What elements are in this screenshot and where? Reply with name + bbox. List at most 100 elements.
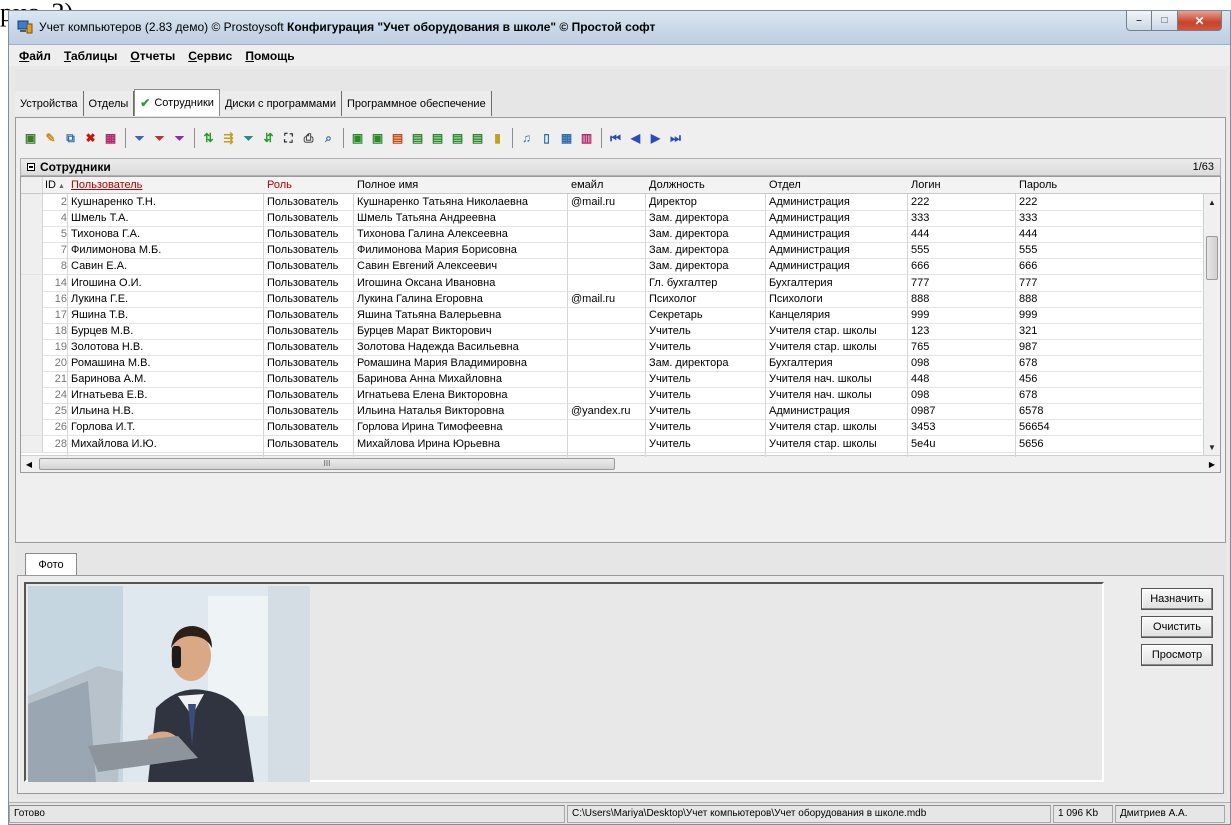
cell-пароль: 333 [1019, 212, 1038, 225]
last-record-icon[interactable]: ⏭ [667, 130, 684, 147]
print-icon[interactable]: ⎙ [300, 130, 317, 147]
column-header-7[interactable]: Логин [911, 179, 941, 191]
table-row[interactable]: 16 Лукина Г.Е. Пользователь Лукина Галина Е… [21, 290, 1202, 308]
scroll-right-icon[interactable]: ▶ [1204, 456, 1220, 472]
cell-должность: Учитель [649, 340, 691, 353]
horizontal-scroll-thumb[interactable]: III [39, 458, 615, 470]
print-preview-icon[interactable]: ⌕ [320, 130, 337, 147]
column-header-5[interactable]: Должность [649, 179, 705, 191]
export-icon[interactable]: ▣ [349, 130, 366, 147]
filter-selection-icon[interactable]: ⏷ [151, 130, 168, 147]
column-header-4[interactable]: емайл [571, 179, 603, 191]
collapse-icon[interactable] [27, 163, 35, 171]
table-row[interactable]: 26 Горлова И.Т. Пользователь Горлова Ирина … [21, 419, 1202, 437]
employees-panel: ▣ ✎ ⧉ ✖ ▦ ⏷ ⏷ ⏷ ⇅ ⇶ ⏷ ⇵ ⛶ ⎙ ⌕ ▣ ▣ ▤ ▤ ▤ ▤ ▤ ▮ ♫ ▯ ▦ ▥ ⏮ ◀ ▶ ⏭ Сотрудни… [15, 117, 1226, 543]
table-row[interactable]: 17 Яшина Т.В. Пользователь Яшина Татьяна Ва… [21, 306, 1202, 324]
minimize-button[interactable]: – [1126, 11, 1152, 31]
filter-icon[interactable]: ⏷ [131, 130, 148, 147]
table-row[interactable]: 20 Ромашина М.В. Пользователь Ромашина Мари… [21, 355, 1202, 372]
column-header-8[interactable]: Пароль [1019, 179, 1057, 191]
title-bar[interactable]: Учет компьютеров (2.83 демо) © Prostoyso… [9, 11, 1230, 45]
sort-az-icon[interactable]: ⇵ [260, 130, 277, 147]
view-button[interactable]: Просмотр [1141, 644, 1213, 666]
table-grid-icon[interactable]: ▦ [102, 130, 119, 147]
table-row[interactable]: 5 Тихонова Г.А. Пользователь Тихонова Галин… [21, 226, 1202, 244]
copy-record-icon[interactable]: ⧉ [62, 130, 79, 147]
cell-пароль: 666 [1019, 260, 1038, 273]
table-view-icon[interactable]: ▦ [558, 130, 575, 147]
tab-program-disks[interactable]: Диски с программами [219, 91, 342, 116]
tab-photo[interactable]: Фото [25, 553, 77, 575]
cell-роль: Пользователь [267, 340, 339, 353]
cell-пользователь: Игнатьева Е.В. [71, 389, 148, 402]
column-header-2[interactable]: Роль [267, 179, 292, 191]
table-row[interactable]: 14 Игошина О.И. Пользователь Игошина Оксана… [21, 274, 1202, 292]
vertical-scroll-thumb[interactable] [1206, 236, 1218, 280]
column-header-0[interactable]: ID ▲ [45, 179, 65, 191]
columns-icon[interactable]: ▥ [578, 130, 595, 147]
menu-file[interactable]: Файл [19, 49, 51, 63]
menu-tables[interactable]: Таблицы [64, 49, 117, 63]
binoculars-icon[interactable]: ⛶ [280, 130, 297, 147]
next-record-icon[interactable]: ▶ [647, 130, 664, 147]
table-row[interactable]: 19 Золотова Н.В. Пользователь Золотова Наде… [21, 338, 1202, 356]
prev-record-icon[interactable]: ◀ [627, 130, 644, 147]
menu-reports[interactable]: Отчеты [130, 49, 175, 63]
cell-роль: Пользователь [267, 276, 339, 289]
scroll-left-icon[interactable]: ◀ [21, 456, 37, 472]
table-row[interactable]: 28 Михайлова И.Ю. Пользователь Михайлова Ир… [21, 435, 1202, 453]
tab-departments[interactable]: Отделы [83, 91, 135, 116]
app-computer-icon [17, 20, 33, 34]
horizontal-scrollbar[interactable]: ◀ III ▶ [21, 455, 1220, 472]
table-row[interactable]: 2 Кушнаренко Т.Н. Пользователь Кушнаренко Т… [21, 194, 1202, 211]
cell-пользователь: Игошина О.И. [71, 276, 142, 289]
table-row[interactable]: 18 Бурцев М.В. Пользователь Бурцев Марат Ви… [21, 322, 1202, 340]
table-row[interactable]: 24 Игнатьева Е.В. Пользователь Игнатьева Ел… [21, 387, 1202, 405]
tab-employees[interactable]: ✔ Сотрудники [134, 89, 220, 116]
open-record-icon[interactable]: ▣ [22, 130, 39, 147]
column-header-3[interactable]: Полное имя [357, 179, 418, 191]
edit-pencil-icon[interactable]: ✎ [42, 130, 59, 147]
close-button[interactable]: ✕ [1178, 11, 1222, 31]
import-icon[interactable]: ▣ [369, 130, 386, 147]
music-icon[interactable]: ♫ [518, 130, 535, 147]
tab-devices[interactable]: Устройства [15, 91, 84, 116]
cell-логин: 222 [911, 196, 930, 208]
advanced-filter-icon[interactable]: ⏷ [240, 130, 257, 147]
column-header-6[interactable]: Отдел [769, 179, 801, 191]
scroll-up-icon[interactable]: ▲ [1204, 194, 1220, 210]
cell-логин: 0987 [911, 405, 936, 418]
filter-clear-icon[interactable]: ⏷ [171, 130, 188, 147]
report-icon[interactable]: ▤ [389, 130, 406, 147]
vertical-scrollbar[interactable]: ▲ ▼ [1203, 194, 1220, 455]
assign-button[interactable]: Назначить [1141, 588, 1213, 610]
scroll-down-icon[interactable]: ▼ [1204, 439, 1220, 455]
first-record-icon[interactable]: ⏮ [607, 130, 624, 147]
cell-должность: Зам. директора [649, 228, 729, 241]
cell-пароль: 678 [1019, 389, 1038, 402]
clear-button[interactable]: Очистить [1141, 616, 1213, 638]
table-row[interactable]: 21 Баринова А.М. Пользователь Баринова Анна… [21, 371, 1202, 389]
grid-line [353, 194, 354, 457]
report-4-icon[interactable]: ▤ [449, 130, 466, 147]
delete-record-icon[interactable]: ✖ [82, 130, 99, 147]
document-icon[interactable]: ▯ [538, 130, 555, 147]
group-icon[interactable]: ⇶ [220, 130, 237, 147]
table-row[interactable]: 7 Филимонова М.Б. Пользователь Филимонова М… [21, 242, 1202, 260]
table-row[interactable]: 4 Шмель Т.А. Пользователь Шмель Татьяна Анд… [21, 210, 1202, 228]
table-row[interactable]: 25 Ильина Н.В. Пользователь Ильина Наталья … [21, 403, 1202, 421]
employees-grid[interactable]: ID ▲ Пользователь Роль Полное имя емайл Должно… [20, 176, 1221, 473]
report-3-icon[interactable]: ▤ [429, 130, 446, 147]
report-5-icon[interactable]: ▤ [469, 130, 486, 147]
table-row[interactable]: 8 Савин Е.А. Пользователь Савин Евгений Але… [21, 258, 1202, 276]
tab-software[interactable]: Программное обеспечение [342, 91, 492, 116]
cell-должность: Зам. директора [649, 244, 729, 257]
menu-help[interactable]: Помощь [245, 49, 294, 63]
sort-icon[interactable]: ⇅ [200, 130, 217, 147]
menu-service[interactable]: Сервис [188, 49, 232, 63]
report-2-icon[interactable]: ▤ [409, 130, 426, 147]
column-header-1[interactable]: Пользователь [71, 179, 142, 191]
cell-роль: Пользователь [267, 260, 339, 273]
bar-chart-icon[interactable]: ▮ [489, 130, 506, 147]
maximize-button[interactable]: □ [1152, 11, 1178, 31]
